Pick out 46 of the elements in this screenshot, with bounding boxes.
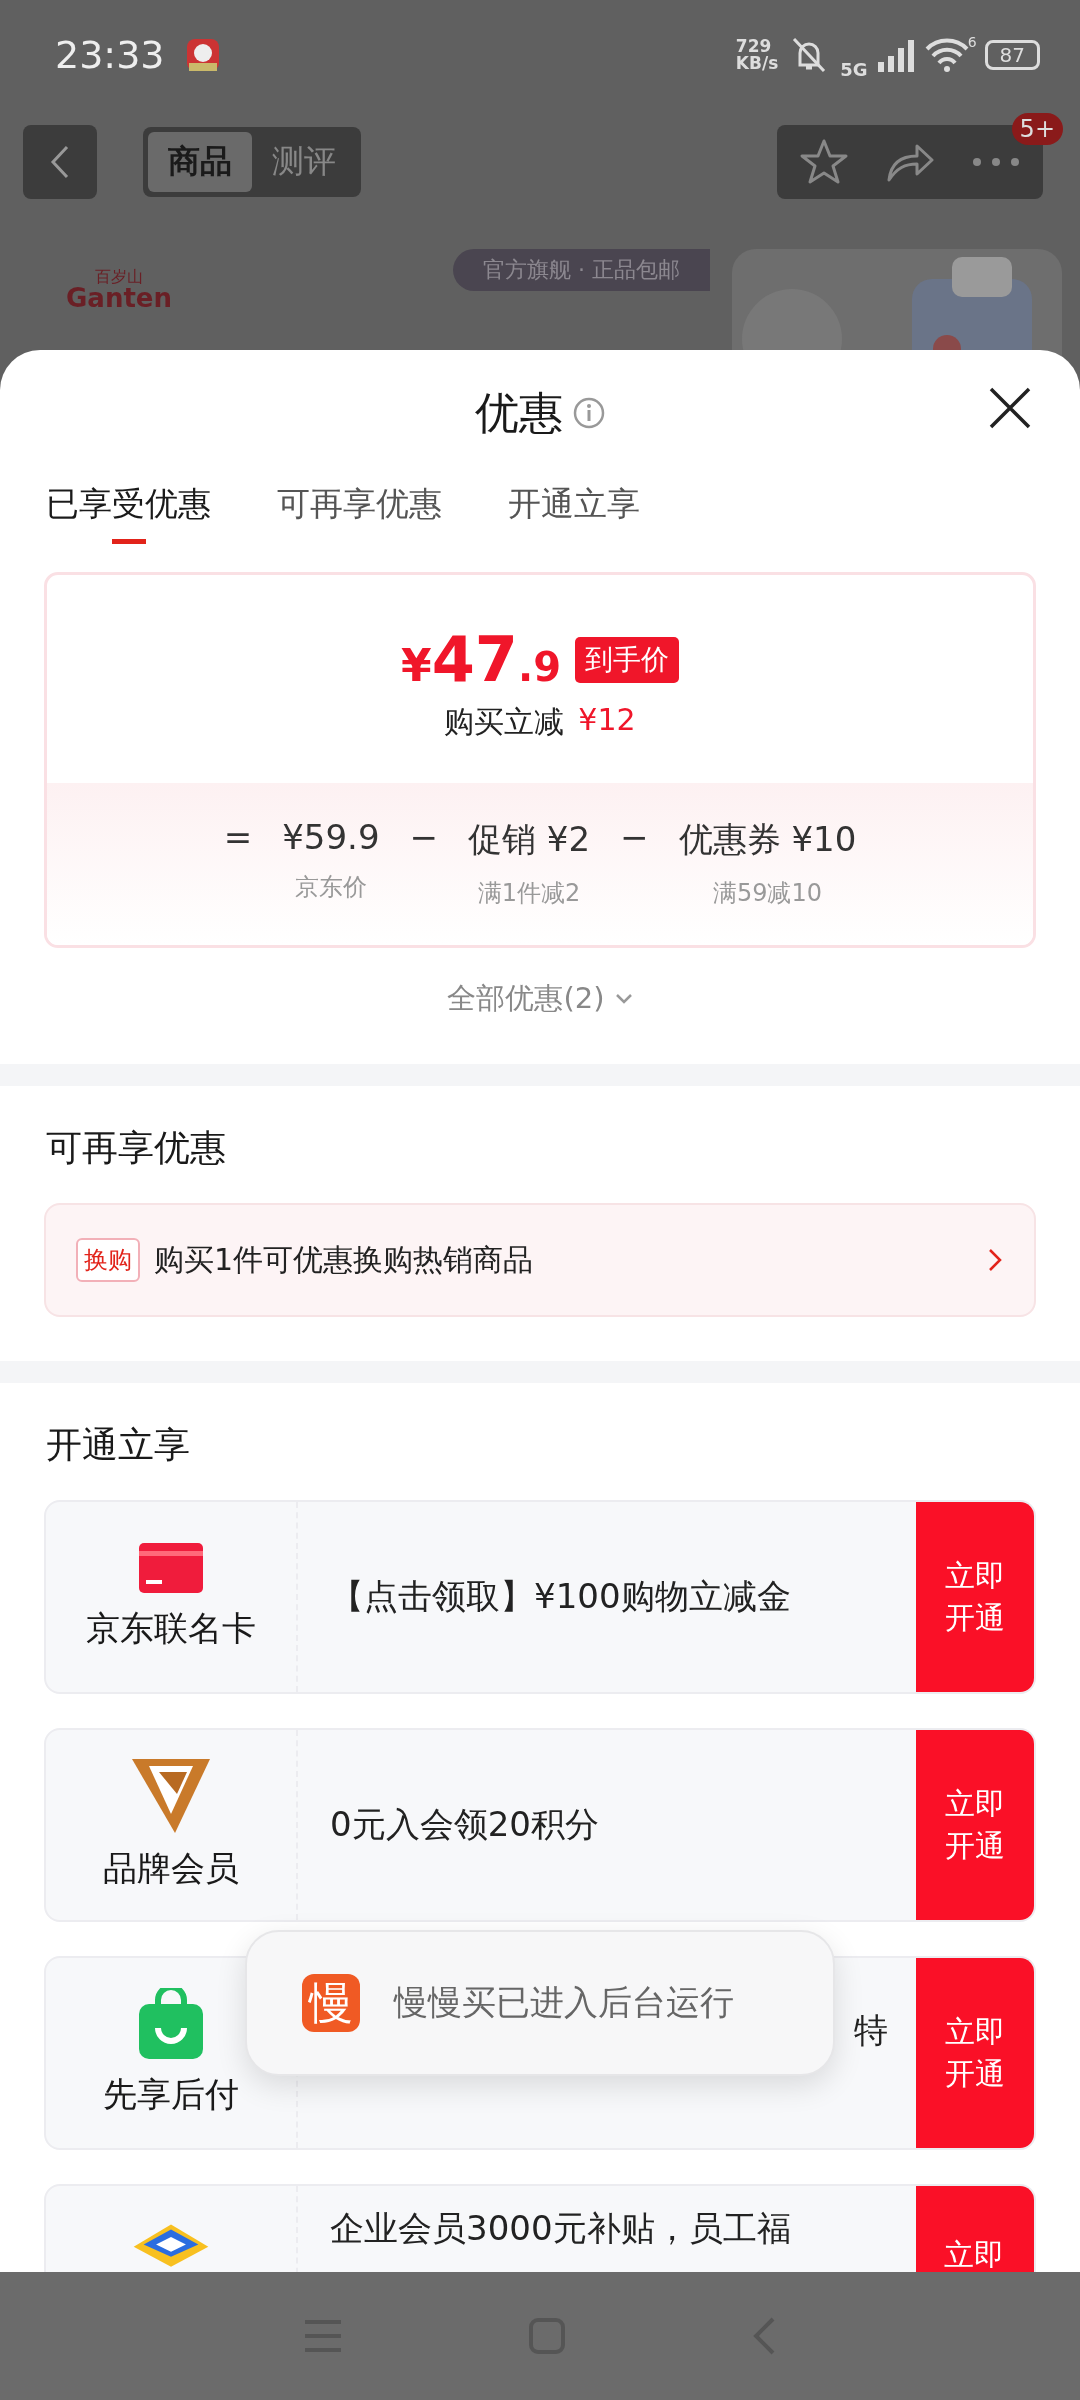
- network-type: 5G: [840, 58, 868, 80]
- offer-tab[interactable]: 已享受优惠: [46, 476, 211, 552]
- final-price: ¥47.9: [401, 623, 561, 696]
- price-note: 满1件减2: [477, 878, 581, 909]
- page-tab[interactable]: 商品: [148, 131, 252, 192]
- exchange-offer-row[interactable]: 换购 购买1件可优惠换购热销商品: [44, 1203, 1036, 1317]
- operator: −: [409, 817, 439, 859]
- app-icon: 慢: [302, 1974, 360, 2032]
- store-tag: 官方旗舰 · 正品包邮: [453, 249, 710, 291]
- offer-tab[interactable]: 开通立享: [508, 476, 640, 552]
- offer-tab[interactable]: 可再享优惠: [277, 476, 442, 552]
- price-component: 促销 ¥2: [468, 818, 591, 861]
- all-offers-link[interactable]: 全部优惠(2): [441, 978, 639, 1020]
- offer-description: 【点击领取】¥100购物立减金: [330, 1575, 791, 1618]
- message-badge: 5+: [1011, 112, 1063, 145]
- battery-indicator: 87: [984, 40, 1040, 70]
- saving-amount: ¥12: [578, 702, 636, 739]
- brand-logo: 百岁山 Ganten: [66, 269, 172, 311]
- activate-button[interactable]: 立即开通: [916, 1502, 1034, 1692]
- saving-label: 购买立减: [444, 703, 565, 741]
- offer-name: 先享后付: [103, 2073, 239, 2116]
- offer-tag: 换购: [76, 1238, 140, 1282]
- offer-name: 京东联名卡: [86, 1607, 256, 1650]
- section-title: 可再享优惠: [45, 1126, 227, 1170]
- clock: 23:33: [55, 33, 165, 77]
- offer-name: 品牌会员: [103, 1847, 239, 1890]
- sheet-title: 优惠: [475, 385, 563, 440]
- wifi-band-label: 6: [967, 33, 977, 50]
- offer-description: 特: [854, 2009, 888, 2052]
- offer-text: 购买1件可优惠换购热销商品: [154, 1240, 535, 1279]
- toast-message: 慢慢买已进入后台运行: [394, 1981, 734, 2024]
- price-component: 优惠券 ¥10: [678, 818, 857, 861]
- operator: −: [620, 817, 649, 859]
- section-title: 开通立享: [45, 1423, 191, 1467]
- price-component: ¥59.9: [282, 817, 380, 857]
- price-label: 到手价: [574, 636, 679, 683]
- activate-button[interactable]: 立即开通: [916, 1958, 1034, 2148]
- offer-description: 企业会员3000元补贴，员工福: [330, 2207, 791, 2250]
- network-speed: 729 KB/s: [735, 38, 779, 72]
- price-note: 京东价: [294, 872, 367, 903]
- price-note: 满59减10: [712, 878, 822, 909]
- offer-description: 0元入会领20积分: [330, 1803, 599, 1846]
- operator: =: [223, 817, 253, 859]
- activate-button[interactable]: 立即: [916, 2186, 1034, 2272]
- activate-button[interactable]: 立即开通: [916, 1730, 1034, 1920]
- page-tab[interactable]: 测评: [252, 131, 356, 192]
